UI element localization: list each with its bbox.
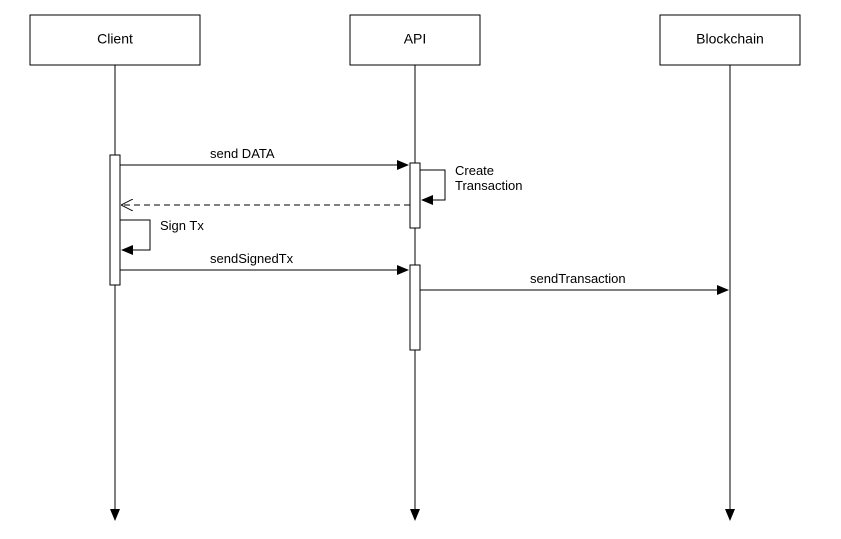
participant-client: Client [30, 15, 200, 65]
participant-api-label: API [404, 31, 427, 47]
activation-api-1 [410, 163, 420, 228]
activation-client-1 [110, 155, 120, 285]
participant-blockchain-label: Blockchain [696, 31, 764, 47]
msg-create-tx-line [420, 170, 445, 200]
participant-api: API [350, 15, 480, 65]
msg-sign-tx-label: Sign Tx [160, 218, 204, 233]
activation-api-2 [410, 265, 420, 350]
msg-send-transaction-label: sendTransaction [530, 271, 626, 286]
msg-create-tx-label-1: Create [455, 163, 494, 178]
participant-blockchain: Blockchain [660, 15, 800, 65]
msg-create-tx-label-2: Transaction [455, 178, 522, 193]
msg-send-data-label: send DATA [210, 146, 275, 161]
msg-send-signed-tx-label: sendSignedTx [210, 251, 294, 266]
msg-sign-tx-line [120, 220, 150, 250]
sequence-diagram: Client API Blockchain send DATA Create T… [0, 0, 841, 539]
participant-client-label: Client [97, 31, 133, 47]
